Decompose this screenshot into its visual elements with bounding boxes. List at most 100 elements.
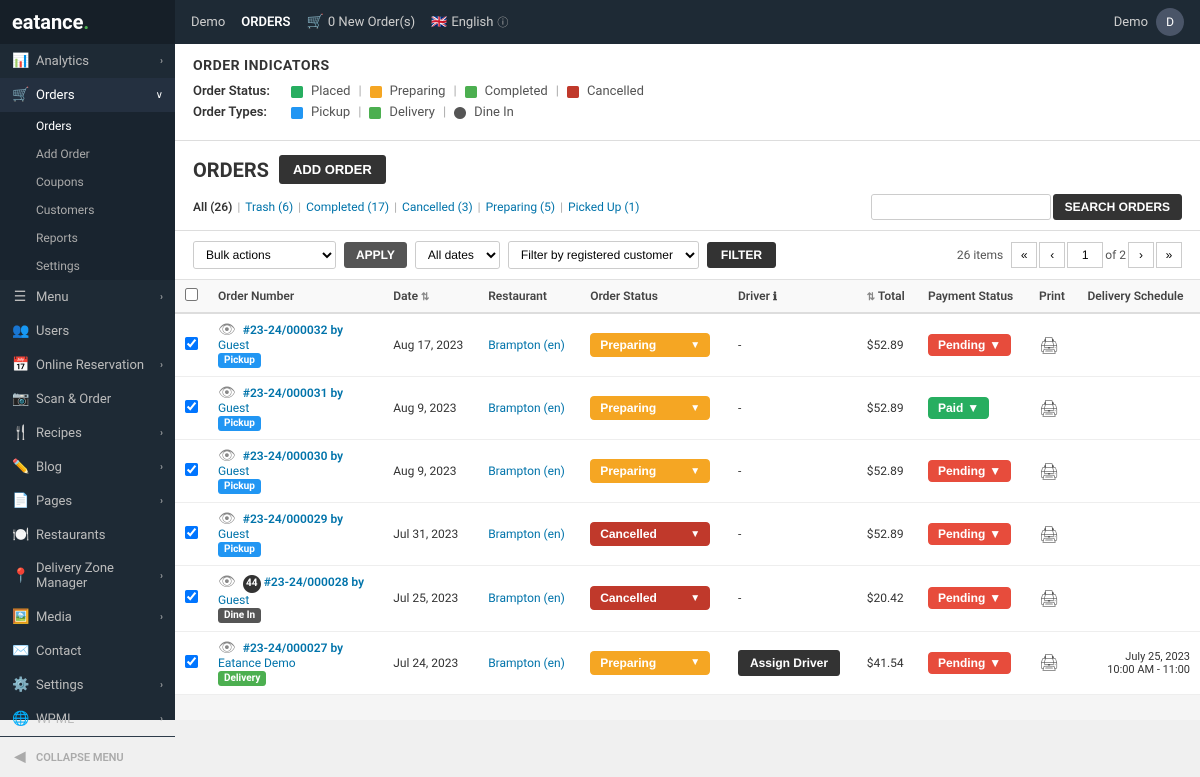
row5-driver: -	[728, 566, 857, 632]
sidebar-item-recipes[interactable]: 🍴 Recipes ›	[0, 416, 175, 450]
row3-view-icon[interactable]: 👁	[218, 448, 236, 464]
tab-picked-up[interactable]: Picked Up (1)	[568, 200, 639, 214]
sidebar-item-users[interactable]: 👥 Users	[0, 314, 175, 348]
row3-payment-button[interactable]: Pending ▼	[928, 460, 1011, 482]
tab-all[interactable]: All (26)	[193, 200, 232, 214]
collapse-menu-button[interactable]: ◀ COLLAPSE MENU	[0, 736, 175, 777]
topbar-demo-link[interactable]: Demo	[191, 15, 225, 30]
row6-customer-link[interactable]: Eatance Demo	[218, 656, 296, 670]
row2-status-button[interactable]: Preparing ▼	[590, 396, 710, 420]
add-order-button[interactable]: ADD ORDER	[279, 155, 386, 184]
row6-print-icon[interactable]: 🖨	[1039, 653, 1059, 672]
select-all-checkbox[interactable]	[185, 288, 198, 301]
row5-payment-button[interactable]: Pending ▼	[928, 587, 1011, 609]
row5-checkbox[interactable]	[185, 590, 198, 603]
row2-order-link[interactable]: #23-24/000031 by	[243, 386, 343, 400]
sidebar-item-pages[interactable]: 📄 Pages ›	[0, 484, 175, 518]
row2-print-icon[interactable]: 🖨	[1039, 399, 1059, 418]
sidebar-item-media[interactable]: 🖼️ Media ›	[0, 600, 175, 634]
filter-button[interactable]: FILTER	[707, 242, 776, 268]
row4-payment-button[interactable]: Pending ▼	[928, 523, 1011, 545]
date-filter-select[interactable]: All dates	[415, 241, 500, 269]
topbar-orders-link[interactable]: ORDERS	[241, 15, 290, 30]
bulk-actions-select[interactable]: Bulk actions Mark as Completed Mark as C…	[193, 241, 336, 269]
row6-order-link[interactable]: #23-24/000027 by	[243, 641, 343, 655]
sidebar-sub-orders[interactable]: Orders	[0, 112, 175, 140]
sidebar-sub-settings[interactable]: Settings	[0, 252, 175, 280]
row4-order-link[interactable]: #23-24/000029 by	[243, 512, 343, 526]
row1-view-icon[interactable]: 👁	[218, 322, 236, 338]
customer-filter-select[interactable]: Filter by registered customer	[508, 241, 699, 269]
tab-cancelled[interactable]: Cancelled (3)	[402, 200, 473, 214]
row6-restaurant-link[interactable]: Brampton (en)	[488, 656, 565, 670]
row4-restaurant-link[interactable]: Brampton (en)	[488, 527, 565, 541]
assign-driver-button[interactable]: Assign Driver	[738, 650, 840, 676]
row1-status-button[interactable]: Preparing ▼	[590, 333, 710, 357]
page-prev-button[interactable]: ‹	[1039, 242, 1065, 268]
row1-order-link[interactable]: #23-24/000032 by	[243, 323, 343, 337]
sidebar-item-delivery-zone[interactable]: 📍 Delivery Zone Manager ›	[0, 552, 175, 600]
sidebar-sub-add-order[interactable]: Add Order	[0, 140, 175, 168]
sidebar-sub-reports[interactable]: Reports	[0, 224, 175, 252]
row1-payment-button[interactable]: Pending ▼	[928, 334, 1011, 356]
row3-restaurant-link[interactable]: Brampton (en)	[488, 464, 565, 478]
row1-print-icon[interactable]: 🖨	[1039, 336, 1059, 355]
row4-print-icon[interactable]: 🖨	[1039, 525, 1059, 544]
sidebar-item-menu[interactable]: ☰ Menu ›	[0, 280, 175, 314]
row3-customer-link[interactable]: Guest	[218, 464, 249, 478]
sidebar-item-analytics[interactable]: 📊 Analytics ›	[0, 44, 175, 78]
tab-trash[interactable]: Trash (6)	[245, 200, 293, 214]
sidebar-item-restaurants[interactable]: 🍽️ Restaurants	[0, 518, 175, 552]
page-next-button[interactable]: ›	[1128, 242, 1154, 268]
topbar-lang[interactable]: 🇬🇧 English ⓘ	[431, 14, 508, 30]
row6-checkbox[interactable]	[185, 655, 198, 668]
sidebar-item-online-reservation[interactable]: 📅 Online Reservation ›	[0, 348, 175, 382]
row3-order-link[interactable]: #23-24/000030 by	[243, 449, 343, 463]
row5-view-icon[interactable]: 👁	[218, 574, 236, 590]
row6-status-button[interactable]: Preparing ▼	[590, 651, 710, 675]
total-sort-icon[interactable]: ⇅	[867, 292, 875, 303]
row3-status-button[interactable]: Preparing ▼	[590, 459, 710, 483]
row2-customer-link[interactable]: Guest	[218, 401, 249, 415]
row2-view-icon[interactable]: 👁	[218, 385, 236, 401]
sidebar-item-settings[interactable]: ⚙️ Settings ›	[0, 668, 175, 702]
page-number-input[interactable]	[1067, 242, 1103, 268]
row5-status-button[interactable]: Cancelled ▼	[590, 586, 710, 610]
sidebar-item-blog[interactable]: ✏️ Blog ›	[0, 450, 175, 484]
row3-print-icon[interactable]: 🖨	[1039, 462, 1059, 481]
row2-checkbox[interactable]	[185, 400, 198, 413]
row4-customer-link[interactable]: Guest	[218, 527, 249, 541]
row2-payment-button[interactable]: Paid ▼	[928, 397, 989, 419]
date-sort-icon[interactable]: ⇅	[421, 292, 429, 303]
topbar: Demo ORDERS 🛒 0 New Order(s) 🇬🇧 English …	[175, 0, 1200, 44]
row3-checkbox[interactable]	[185, 463, 198, 476]
search-orders-button[interactable]: SEARCH ORDERS	[1053, 194, 1182, 220]
page-first-button[interactable]: «	[1011, 242, 1037, 268]
page-last-button[interactable]: »	[1156, 242, 1182, 268]
sidebar-item-contact[interactable]: ✉️ Contact	[0, 634, 175, 668]
row4-status-button[interactable]: Cancelled ▼	[590, 522, 710, 546]
row5-order-link[interactable]: #23-24/000028 by	[264, 575, 364, 589]
user-avatar[interactable]: D	[1156, 8, 1184, 36]
sidebar-item-scan-order[interactable]: 📷 Scan & Order	[0, 382, 175, 416]
row1-restaurant-link[interactable]: Brampton (en)	[488, 338, 565, 352]
row2-restaurant-link[interactable]: Brampton (en)	[488, 401, 565, 415]
search-orders-input[interactable]	[871, 194, 1051, 220]
tab-preparing[interactable]: Preparing (5)	[486, 200, 556, 214]
sidebar-sub-customers[interactable]: Customers	[0, 196, 175, 224]
row4-checkbox[interactable]	[185, 526, 198, 539]
row5-print-icon[interactable]: 🖨	[1039, 589, 1059, 608]
row6-view-icon[interactable]: 👁	[218, 640, 236, 656]
row1-checkbox[interactable]	[185, 337, 198, 350]
row1-customer-link[interactable]: Guest	[218, 338, 249, 352]
row4-view-icon[interactable]: 👁	[218, 511, 236, 527]
sidebar-item-wpml[interactable]: 🌐 WPML ›	[0, 702, 175, 736]
row5-restaurant-link[interactable]: Brampton (en)	[488, 591, 565, 605]
sidebar-item-orders[interactable]: 🛒 Orders ∨	[0, 78, 175, 112]
tab-completed[interactable]: Completed (17)	[306, 200, 389, 214]
row6-payment-button[interactable]: Pending ▼	[928, 652, 1011, 674]
row5-customer-link[interactable]: Guest	[218, 593, 249, 607]
topbar-cart[interactable]: 🛒 0 New Order(s)	[306, 14, 415, 30]
apply-button[interactable]: APPLY	[344, 242, 407, 268]
sidebar-sub-coupons[interactable]: Coupons	[0, 168, 175, 196]
